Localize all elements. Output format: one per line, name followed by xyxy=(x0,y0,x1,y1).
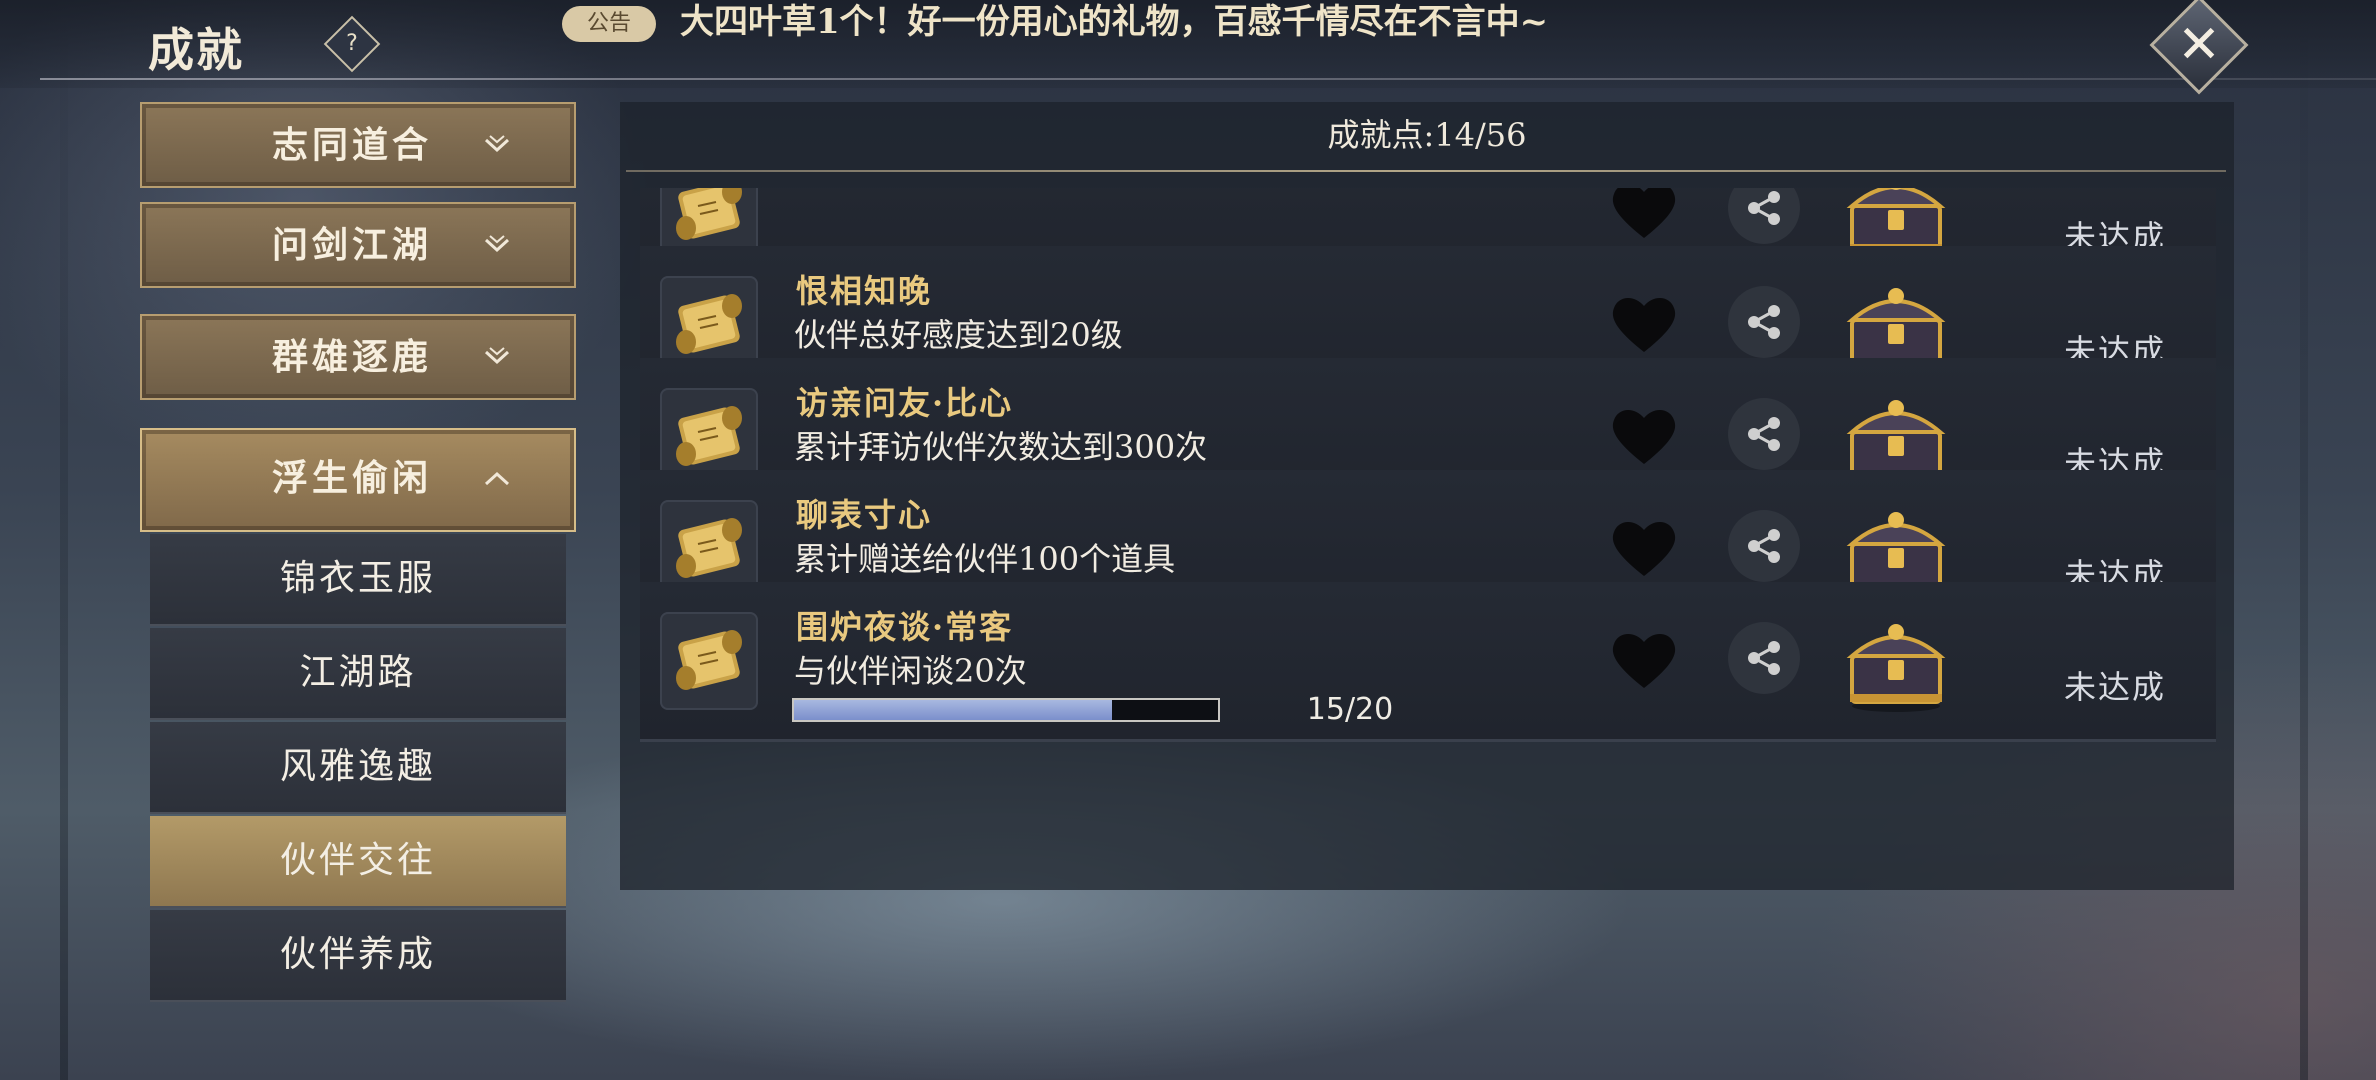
heart-icon[interactable] xyxy=(1606,286,1682,362)
share-icon xyxy=(1748,417,1780,451)
category-zhitongdaohe[interactable]: 志同道合 xyxy=(140,102,576,188)
sub-item-huobanyangcheng[interactable]: 伙伴养成 xyxy=(150,910,566,1002)
share-button[interactable] xyxy=(1728,622,1800,694)
category-fushengtouxian[interactable]: 浮生偷闲 xyxy=(140,428,576,532)
help-icon: ? xyxy=(346,31,358,56)
share-icon xyxy=(1748,529,1780,563)
chevron-up-icon xyxy=(484,471,510,486)
achievement-title: 围炉夜谈·常客 xyxy=(796,608,1014,646)
chevron-down-icon xyxy=(484,235,510,253)
notice-marquee: 大四叶草1个！好一份用心的礼物，百感千情尽在不言中~ xyxy=(680,2,1549,42)
sub-item-huobanjiaowang[interactable]: 伙伴交往 xyxy=(150,816,566,908)
heart-icon[interactable] xyxy=(1606,510,1682,586)
achievement-description: 伙伴总好感度达到20级 xyxy=(794,316,1123,354)
heart-icon[interactable] xyxy=(1606,188,1682,248)
share-button[interactable] xyxy=(1728,510,1800,582)
sub-item-jinyiyufu[interactable]: 锦衣玉服 xyxy=(150,534,566,626)
progress-fill xyxy=(794,700,1112,720)
sub-item-jianghulu[interactable]: 江湖路 xyxy=(150,628,566,720)
category-sidebar: 志同道合 问剑江湖 群雄逐鹿 浮生偷闲 锦衣玉服 江湖路 风雅逸趣 伙伴交往 伙… xyxy=(130,102,586,1002)
achievement-points: 成就点:14/56 xyxy=(1327,116,1527,154)
share-icon xyxy=(1748,305,1780,339)
achievement-description: 与伙伴闲谈20次 xyxy=(794,652,1027,690)
share-icon xyxy=(1748,191,1780,225)
page-title: 成就 xyxy=(148,23,244,77)
share-button[interactable] xyxy=(1728,398,1800,470)
achievement-title: 恨相知晚 xyxy=(796,272,933,310)
sub-item-fengyayiqu[interactable]: 风雅逸趣 xyxy=(150,722,566,814)
progress-text: 15/20 xyxy=(1306,692,1394,727)
scroll-icon xyxy=(660,612,758,710)
background-bamboo xyxy=(60,0,68,1080)
achievement-title: 聊表寸心 xyxy=(796,496,933,534)
share-button[interactable] xyxy=(1728,286,1800,358)
category-wenjianjianghu[interactable]: 问剑江湖 xyxy=(140,202,576,288)
achievement-description: 累计赠送给伙伴100个道具 xyxy=(794,540,1176,578)
sub-item-label: 伙伴养成 xyxy=(279,934,436,975)
background-bamboo xyxy=(2300,0,2308,1080)
notice-tag: 公告 xyxy=(562,6,656,42)
achievement-row: 围炉夜谈·常客 与伙伴闲谈20次 15/20 未达成 xyxy=(640,582,2216,742)
treasure-chest-icon[interactable] xyxy=(1840,610,1952,714)
heart-icon[interactable] xyxy=(1606,622,1682,698)
achievement-description: 累计拜访伙伴次数达到300次 xyxy=(794,428,1208,466)
progress-bar xyxy=(792,698,1220,722)
sub-item-label: 风雅逸趣 xyxy=(279,746,436,787)
close-icon: ✕ xyxy=(2177,15,2221,75)
heart-icon[interactable] xyxy=(1606,398,1682,474)
list-top-border xyxy=(626,170,2226,172)
chevron-down-icon xyxy=(484,347,510,365)
header-divider xyxy=(40,78,2376,80)
sub-item-label: 江湖路 xyxy=(299,652,417,693)
achievement-list[interactable]: 29/40 未达成 xyxy=(640,188,2216,890)
chevron-down-icon xyxy=(484,135,510,153)
achievement-title: 访亲问友·比心 xyxy=(796,384,1014,422)
sub-item-label: 伙伴交往 xyxy=(279,840,436,881)
share-button[interactable] xyxy=(1728,188,1800,244)
achievement-status: 未达成 xyxy=(2063,668,2166,706)
share-icon xyxy=(1748,641,1780,675)
category-qunxiongzhulu[interactable]: 群雄逐鹿 xyxy=(140,314,576,400)
sub-item-label: 锦衣玉服 xyxy=(279,558,436,599)
achievement-panel: 成就点:14/56 29/40 xyxy=(620,102,2234,890)
